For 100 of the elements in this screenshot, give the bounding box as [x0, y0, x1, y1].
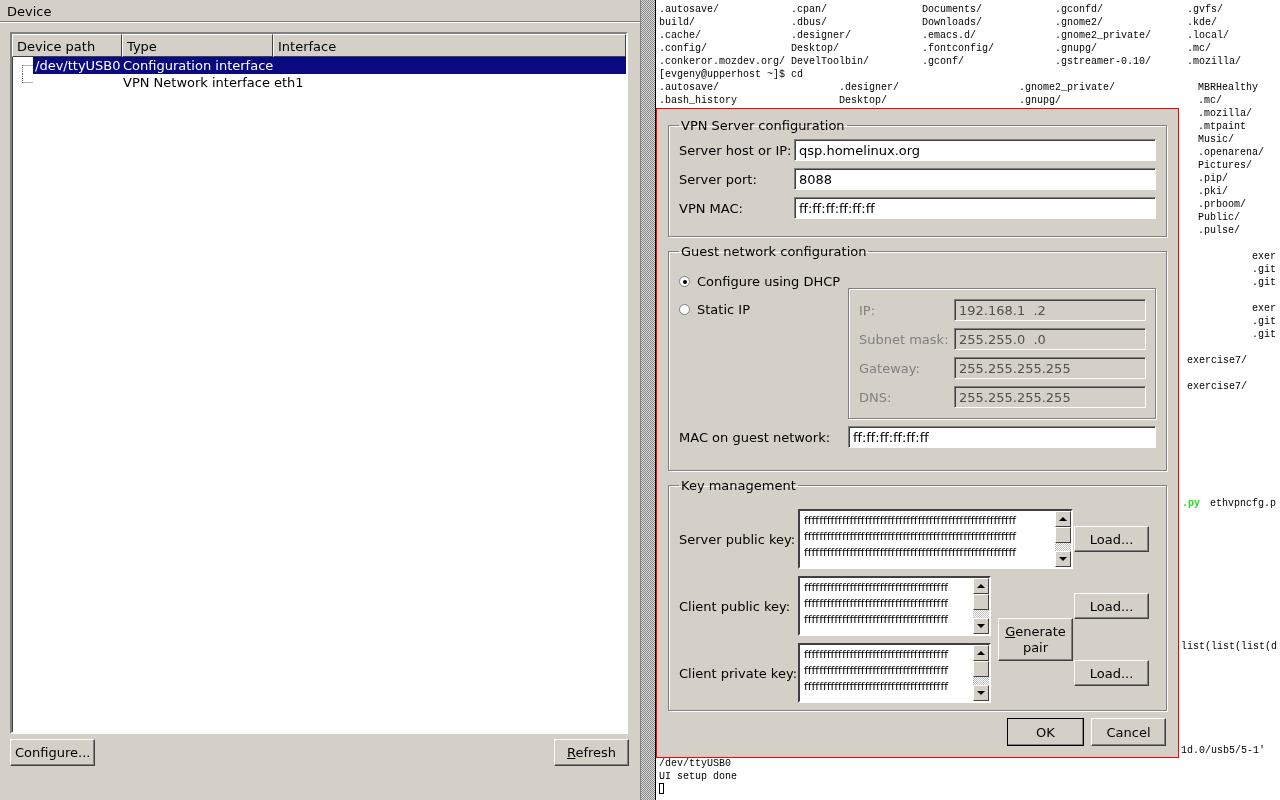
terminal-text: .cpan/	[791, 3, 827, 16]
tree-branch-icon	[22, 74, 33, 83]
field-label: IP:	[859, 302, 877, 318]
tree-cell: VPN Network interface	[123, 75, 270, 90]
refresh-button[interactable]: Refresh	[554, 739, 629, 766]
terminal-text: .pki/	[1198, 185, 1228, 198]
scroll-down-button[interactable]	[973, 618, 989, 634]
terminal-text: .git	[1252, 263, 1276, 276]
scrollbar-track[interactable]	[973, 610, 989, 618]
field-label: VPN MAC:	[679, 200, 744, 216]
terminal-text: .kde/	[1187, 16, 1217, 29]
field-label: DNS:	[859, 389, 893, 405]
terminal-text: exercise7/	[1187, 354, 1247, 367]
scrollbar-track[interactable]	[1055, 543, 1071, 551]
load-button[interactable]: Load...	[1074, 526, 1149, 552]
scroll-up-button[interactable]	[973, 645, 989, 661]
terminal-text: .git	[1252, 328, 1276, 341]
arrow-up-icon	[977, 584, 985, 588]
terminal-text: .git	[1252, 315, 1276, 328]
terminal-text: .gvfs/	[1187, 3, 1223, 16]
terminal-text: .pip/	[1198, 172, 1228, 185]
group-title: VPN Server configuration	[680, 118, 846, 133]
radio-icon[interactable]	[679, 303, 690, 315]
terminal-text: Public/	[1198, 211, 1240, 224]
terminal-text: .conkeror.mozdev.org/	[659, 55, 786, 68]
terminal-text: .emacs.d/	[922, 29, 976, 42]
terminal-text: Desktop/	[839, 94, 887, 107]
key-text-area[interactable]: ffffffffffffffffffffffffffffffffffffffffffffffffffffffff ffffffffffffffffffffffffffffffffffffffffffffffffffffffff ffffffffffffffffffffffffffffffffffffffffffffffffffffffff	[798, 509, 1073, 569]
terminal-text: .autosave/	[659, 3, 719, 16]
terminal-text: .openarena/	[1198, 146, 1264, 159]
terminal-text: .autosave/	[659, 81, 719, 94]
input-field[interactable]: ff:ff:ff:ff:ff:ff	[848, 426, 1156, 448]
load-button[interactable]: Load...	[1074, 593, 1149, 619]
input-field[interactable]: qsp.homelinux.org	[794, 139, 1156, 161]
column-header[interactable]: Interface	[273, 34, 626, 57]
configure-button[interactable]: Configure...	[10, 739, 96, 766]
panel-title: Device	[7, 4, 52, 19]
key-text-area[interactable]: ffffffffffffffffffffffffffffffffffffff ffffffffffffffffffffffffffffffffffffff ffffffffffffffffffffffffffffffffffffff	[798, 643, 991, 703]
scrollbar-thumb[interactable]	[973, 594, 989, 610]
scroll-up-button[interactable]	[1055, 511, 1071, 527]
terminal-text: .prboom/	[1198, 198, 1246, 211]
generate-pair-button[interactable]: Generate pair	[998, 618, 1073, 661]
terminal-text: .gnome2_private/	[1055, 29, 1151, 42]
terminal-text: .gconf/	[922, 55, 964, 68]
column-header[interactable]: Type	[122, 34, 273, 57]
radio-icon[interactable]	[679, 275, 690, 287]
scrollbar[interactable]	[973, 578, 989, 634]
terminal-text: .designer/	[839, 81, 899, 94]
arrow-up-icon	[977, 651, 985, 655]
key-text: ffffffffffffffffffffffffffffffffffffff ffffffffffffffffffffffffffffffffffffff ffffffffffffffffffffffffffffffffffffff	[804, 580, 950, 628]
input-field[interactable]: 8088	[794, 168, 1156, 190]
cancel-button[interactable]: Cancel	[1091, 718, 1166, 746]
terminal-text: .dbus/	[791, 16, 827, 29]
terminal-text: /dev/ttyUSB0	[659, 757, 731, 770]
column-header[interactable]: Device path	[12, 34, 122, 57]
scrollbar-thumb[interactable]	[1055, 527, 1071, 543]
load-button[interactable]: Load...	[1074, 660, 1149, 686]
terminal-text: Desktop/	[791, 42, 839, 55]
scrollbar-track[interactable]	[973, 677, 989, 685]
terminal-text: exer	[1252, 302, 1276, 315]
field-label: Server port:	[679, 171, 758, 187]
terminal-text: DevelToolbin/	[791, 55, 869, 68]
input-field[interactable]: ff:ff:ff:ff:ff:ff	[794, 197, 1156, 219]
terminal-text: .gnome2/	[1055, 16, 1103, 29]
scroll-down-button[interactable]	[1055, 551, 1071, 567]
terminal-text: Pictures/	[1198, 159, 1252, 172]
arrow-down-icon	[977, 624, 985, 628]
scroll-down-button[interactable]	[973, 685, 989, 701]
scroll-up-button[interactable]	[973, 578, 989, 594]
tree-row[interactable]: /dev/ttyUSB0 Configuration interface	[33, 57, 626, 74]
key-text: ffffffffffffffffffffffffffffffffffffffffffffffffffffffff ffffffffffffffffffffffffffffffffffffffffffffffffffffffff ffffffffffffffffffffffffffffffffffffffffffffffffffffffff	[804, 513, 1018, 561]
terminal-text: .gstreamer-0.10/	[1055, 55, 1151, 68]
tree-row[interactable]: VPN Network interface eth1	[33, 74, 626, 91]
terminal-text: .py	[1182, 497, 1200, 510]
terminal-text: .git	[1252, 276, 1276, 289]
scrollbar-thumb[interactable]	[973, 661, 989, 677]
terminal-text: UI setup done	[659, 770, 737, 783]
arrow-up-icon	[1059, 517, 1067, 521]
ok-button[interactable]: OK	[1007, 718, 1084, 746]
radio-option[interactable]: Static IP	[679, 298, 848, 320]
tree-cell: Configuration interface	[123, 58, 274, 73]
splitter-handle[interactable]	[640, 0, 655, 800]
field-label: Server host or IP:	[679, 142, 793, 158]
scrollbar[interactable]	[1055, 511, 1071, 567]
terminal-text: exer	[1252, 250, 1276, 263]
terminal-text: Music/	[1198, 133, 1234, 146]
terminal-text: list(list(list(d	[1181, 640, 1277, 653]
arrow-down-icon	[1059, 557, 1067, 561]
key-text-area[interactable]: ffffffffffffffffffffffffffffffffffffff ffffffffffffffffffffffffffffffffffffff ffffffffffffffffffffffffffffffffffffff	[798, 576, 991, 636]
terminal-text: .mc/	[1198, 94, 1222, 107]
terminal-text: .bash_history	[659, 94, 737, 107]
terminal-text: .designer/	[791, 29, 851, 42]
terminal-text: .config/	[659, 42, 707, 55]
scrollbar[interactable]	[973, 645, 989, 701]
group-title: Key management	[680, 478, 797, 493]
field-label: Client public key:	[679, 598, 792, 614]
tree-cell: eth1	[274, 75, 304, 90]
radio-label: Static IP	[697, 301, 750, 317]
terminal-text: .gnupg/	[1055, 42, 1097, 55]
terminal-text: Downloads/	[922, 16, 982, 29]
